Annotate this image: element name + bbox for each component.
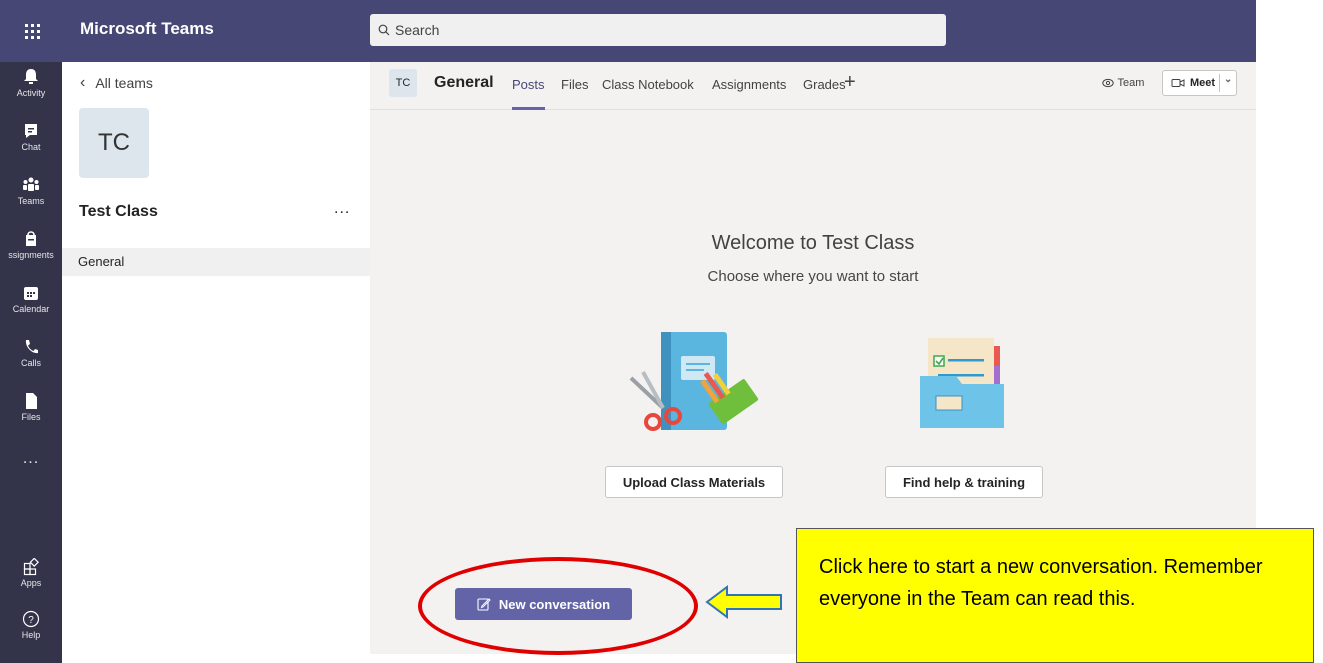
- calendar-icon: [24, 287, 38, 300]
- eye-icon: [1101, 78, 1114, 88]
- assignments-icon: [26, 231, 36, 246]
- find-help-training-button[interactable]: Find help & training: [885, 466, 1043, 498]
- rail-item-activity[interactable]: Activity: [0, 68, 62, 98]
- search-icon: [378, 24, 390, 36]
- rail-label: Files: [21, 412, 41, 422]
- help-training-illustration: [920, 338, 1004, 428]
- search-input[interactable]: Search: [370, 14, 946, 46]
- meet-button[interactable]: Meet ⌄: [1162, 70, 1237, 96]
- channel-header: TC General Posts Files Class Notebook As…: [370, 62, 1256, 110]
- chat-icon: [25, 124, 37, 138]
- rail-label: Calls: [20, 358, 41, 368]
- team-more-options-button[interactable]: ...: [334, 200, 350, 218]
- search-placeholder: Search: [395, 22, 440, 38]
- meet-button-label: Meet: [1190, 77, 1216, 89]
- rail-item-calls[interactable]: Calls: [0, 338, 62, 368]
- help-icon: ?: [22, 610, 40, 628]
- more-apps-icon[interactable]: ...: [0, 450, 62, 468]
- chevron-left-icon: ‹: [80, 74, 86, 91]
- apps-icon: [23, 558, 39, 576]
- rail-item-apps[interactable]: Apps: [0, 558, 62, 588]
- class-materials-illustration: [629, 332, 759, 431]
- upload-class-materials-button[interactable]: Upload Class Materials: [605, 466, 783, 498]
- file-icon: [26, 393, 37, 409]
- rail-label: Activity: [16, 88, 46, 98]
- app-launcher-button[interactable]: [0, 0, 64, 62]
- chevron-down-icon[interactable]: ⌄: [1224, 74, 1232, 85]
- welcome-subtitle: Choose where you want to start: [707, 268, 919, 285]
- highlight-ellipse: [418, 557, 698, 655]
- app-title: Microsoft Teams: [80, 19, 214, 38]
- tab-class-notebook[interactable]: Class Notebook: [602, 77, 694, 92]
- team-button[interactable]: Team: [1092, 70, 1154, 96]
- rail-label: ssignments: [8, 250, 54, 260]
- rail-item-calendar[interactable]: Calendar: [0, 284, 62, 314]
- channel-item-general[interactable]: General: [62, 248, 370, 276]
- rail-item-files[interactable]: Files: [0, 392, 62, 422]
- app-rail: Activity Chat Teams ssignments Calendar …: [0, 62, 62, 663]
- tab-files[interactable]: Files: [561, 77, 588, 92]
- tab-posts[interactable]: Posts: [512, 77, 545, 92]
- rail-item-chat[interactable]: Chat: [0, 122, 62, 152]
- all-teams-link[interactable]: ‹ All teams: [80, 74, 153, 92]
- active-tab-indicator: [512, 107, 545, 110]
- rail-item-assignments[interactable]: ssignments: [0, 230, 62, 260]
- rail-label: Chat: [21, 142, 41, 152]
- welcome-title: Welcome to Test Class: [711, 232, 915, 254]
- add-tab-button[interactable]: +: [844, 71, 856, 94]
- instruction-callout: Click here to start a new conversation. …: [796, 528, 1314, 663]
- team-avatar: TC: [79, 108, 149, 178]
- channel-title: General: [434, 74, 494, 91]
- channel-avatar: TC: [389, 69, 417, 97]
- svg-text:?: ?: [28, 615, 34, 626]
- team-name: Test Class: [79, 203, 158, 220]
- top-bar: Microsoft Teams Search: [0, 0, 1256, 62]
- tab-grades[interactable]: Grades: [803, 77, 846, 92]
- rail-more-label: ...: [22, 450, 40, 467]
- waffle-icon: [24, 23, 40, 39]
- phone-icon: [25, 340, 38, 354]
- team-panel: ‹ All teams TC Test Class ... General: [62, 62, 370, 663]
- video-camera-icon: [1171, 79, 1185, 87]
- rail-label: Calendar: [12, 304, 50, 314]
- arrow-left-icon: [705, 585, 782, 619]
- rail-item-teams[interactable]: Teams: [0, 176, 62, 206]
- rail-label: Teams: [17, 196, 45, 206]
- all-teams-label: All teams: [95, 75, 153, 91]
- rail-label: Help: [21, 630, 41, 640]
- tab-assignments[interactable]: Assignments: [712, 77, 786, 92]
- bell-icon: [24, 69, 38, 84]
- rail-label: Apps: [20, 578, 42, 588]
- teams-icon: [23, 177, 39, 191]
- team-button-label: Team: [1117, 77, 1145, 89]
- rail-item-help[interactable]: ? Help: [0, 610, 62, 640]
- meet-divider: [1219, 74, 1220, 92]
